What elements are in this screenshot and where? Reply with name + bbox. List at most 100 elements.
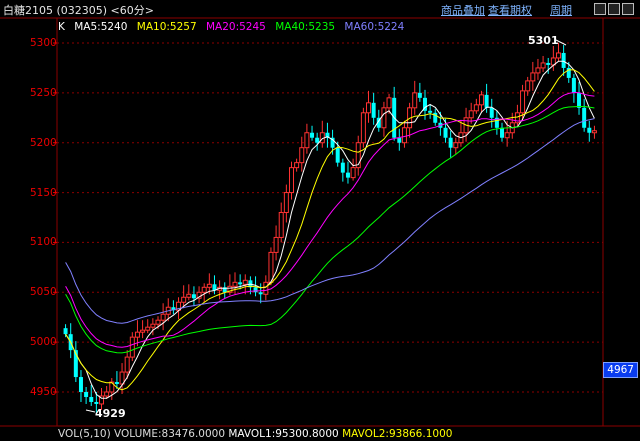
candle-down	[238, 282, 243, 285]
overlay-product-link[interactable]: 商品叠加	[441, 2, 485, 18]
candle-down	[84, 392, 89, 397]
candle-down	[577, 92, 582, 108]
mavol1-value: MAVOL1:95300.8000	[228, 428, 339, 440]
candle-up	[299, 147, 305, 164]
y-tick-5000: 5000	[30, 336, 57, 348]
candle-up	[540, 62, 546, 69]
candle-up	[350, 167, 356, 179]
candle-up	[288, 167, 294, 194]
close-icon[interactable]	[622, 3, 634, 15]
high-annotation: 5301	[528, 34, 559, 47]
candle-down	[489, 107, 494, 118]
y-tick-5100: 5100	[30, 236, 57, 248]
candle-up	[145, 326, 151, 331]
candle-down	[63, 328, 68, 335]
candle-up	[134, 331, 140, 338]
candle-up	[555, 52, 561, 59]
ma5-label: MA5:5240	[74, 21, 128, 33]
candle-down	[571, 77, 576, 93]
candle-up	[366, 102, 372, 114]
candle-up	[268, 251, 274, 283]
candle-up	[473, 104, 479, 112]
k-label: K	[58, 21, 65, 33]
candle-up	[468, 110, 474, 119]
candle-up	[530, 72, 536, 82]
candle-up	[401, 127, 407, 144]
period-link[interactable]: 周期	[550, 2, 572, 18]
y-tick-5250: 5250	[30, 87, 57, 99]
candle-down	[500, 127, 505, 138]
candle-down	[89, 396, 94, 402]
candle-up	[129, 336, 135, 358]
ma10-label: MA10:5257	[136, 21, 197, 33]
kline-chart[interactable]	[0, 0, 640, 441]
candle-down	[371, 102, 376, 118]
y-tick-5200: 5200	[30, 137, 57, 149]
instrument-title: 白糖2105 (032305) <60分>	[3, 4, 154, 17]
toolbar: 白糖2105 (032305) <60分> 商品叠加 查看期权 周期	[0, 0, 640, 18]
candle-down	[428, 110, 433, 113]
candle-down	[443, 127, 448, 138]
candle-up	[520, 90, 526, 114]
candle-down	[114, 382, 119, 385]
candle-up	[186, 293, 192, 298]
candle-up	[304, 132, 310, 149]
price-tag: 4967	[603, 362, 638, 378]
candle-down	[78, 377, 83, 392]
candle-up	[150, 323, 156, 328]
ma60-label: MA60:5224	[344, 21, 405, 33]
candle-up	[453, 142, 459, 149]
vol-label: VOL(5,10)	[58, 428, 111, 440]
candle-down	[335, 147, 340, 163]
candle-up	[525, 80, 531, 92]
candle-up	[278, 212, 284, 238]
view-options-link[interactable]: 查看期权	[488, 2, 532, 18]
ma40-line	[65, 106, 595, 354]
candle-down	[253, 287, 258, 293]
candle-up	[478, 94, 484, 106]
candle-down	[315, 137, 320, 143]
candle-up	[201, 286, 207, 293]
plot-frame	[56, 17, 604, 427]
volume-value: VOLUME:83476.0000	[114, 428, 225, 440]
candle-down	[191, 294, 196, 299]
y-tick-5150: 5150	[30, 187, 57, 199]
restore-icon[interactable]	[608, 3, 620, 15]
ma5-line	[65, 60, 595, 399]
candle-up	[504, 132, 510, 139]
candle-up	[160, 313, 166, 321]
candle-up	[294, 162, 300, 169]
minimize-icon[interactable]	[594, 3, 606, 15]
candle-up	[283, 192, 289, 214]
candle-down	[258, 292, 263, 295]
candle-down	[448, 137, 453, 148]
candle-up	[232, 281, 238, 287]
candle-down	[582, 107, 587, 128]
y-tick-5300: 5300	[30, 37, 57, 49]
low-annotation: 4929	[95, 407, 126, 420]
candle-up	[155, 319, 161, 325]
candle-up	[360, 112, 366, 144]
candle-up	[140, 329, 146, 333]
candle-up	[206, 283, 212, 288]
candle-up	[124, 356, 130, 373]
candle-up	[535, 67, 541, 74]
candle-up	[242, 279, 248, 285]
ma60-line	[65, 118, 595, 324]
candle-up	[181, 296, 187, 303]
candle-down	[417, 92, 422, 98]
candle-up	[591, 130, 597, 134]
candle-up	[386, 97, 392, 109]
candle-up	[273, 236, 279, 253]
candle-down	[310, 132, 315, 138]
candle-down	[345, 172, 350, 178]
candle-down	[94, 401, 99, 404]
y-tick-4950: 4950	[30, 386, 57, 398]
ma20-line	[65, 91, 595, 348]
candle-up	[263, 281, 269, 295]
ma40-label: MA40:5235	[275, 21, 336, 33]
ma-legend: K MA5:5240 MA10:5257 MA20:5245 MA40:5235…	[58, 21, 410, 33]
candle-up	[381, 107, 387, 129]
y-tick-5050: 5050	[30, 286, 57, 298]
candle-down	[340, 162, 345, 173]
